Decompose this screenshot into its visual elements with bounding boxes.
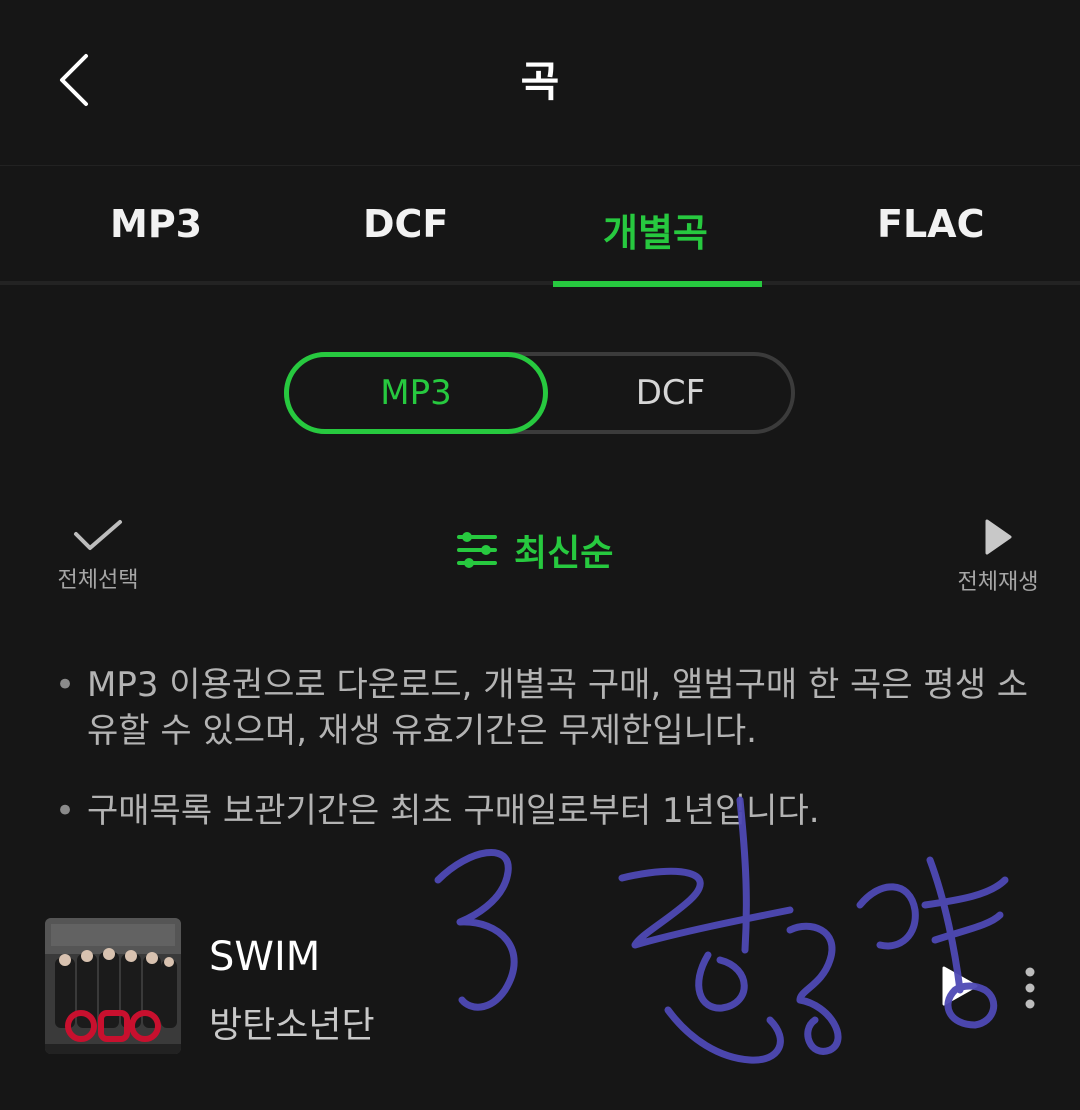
more-vertical-icon (1025, 967, 1035, 1009)
track-title: SWIM (209, 934, 321, 980)
active-tab-indicator (553, 281, 762, 287)
tab-mp3[interactable]: MP3 (110, 202, 202, 246)
tab-flac[interactable]: FLAC (877, 202, 984, 246)
track-play-button[interactable] (940, 964, 980, 1008)
select-all-label: 전체선택 (57, 568, 139, 593)
play-all-button[interactable]: 전체재생 (948, 518, 1048, 596)
segment-dcf[interactable]: DCF (548, 356, 793, 430)
tab-dcf[interactable]: DCF (363, 202, 448, 246)
album-art[interactable] (45, 918, 181, 1054)
app-header: 곡 (0, 0, 1080, 160)
sort-sliders-icon (457, 532, 497, 568)
track-row[interactable]: SWIM 방탄소년단 (45, 918, 1045, 1054)
page-title: 곡 (520, 57, 560, 106)
notice-text: MP3 이용권으로 다운로드, 개별곡 구매, 앨범구매 한 곡은 평생 소유할… (87, 665, 1029, 751)
segment-mp3[interactable]: MP3 (284, 352, 548, 434)
notice-item: • 구매목록 보관기간은 최초 구매일로부터 1년입니다. (55, 788, 1045, 834)
sort-label: 최신순 (514, 533, 614, 574)
track-more-button[interactable] (1020, 966, 1040, 1010)
notice-text: 구매목록 보관기간은 최초 구매일로부터 1년입니다. (87, 791, 820, 831)
tab-individual-songs[interactable]: 개별곡 (603, 202, 708, 257)
notice-item: • MP3 이용권으로 다운로드, 개별곡 구매, 앨범구매 한 곡은 평생 소… (55, 662, 1045, 754)
play-icon (985, 519, 1012, 555)
track-artist: 방탄소년단 (209, 1005, 375, 1046)
play-icon (942, 966, 978, 1006)
select-all-button[interactable]: 전체선택 (52, 518, 144, 594)
category-tabs: MP3 DCF 개별곡 FLAC (0, 165, 1080, 287)
checkmark-icon (74, 520, 122, 550)
sort-button[interactable]: 최신순 (456, 524, 613, 576)
play-all-label: 전체재생 (957, 570, 1039, 595)
format-segment-control: DCF MP3 (284, 352, 795, 434)
